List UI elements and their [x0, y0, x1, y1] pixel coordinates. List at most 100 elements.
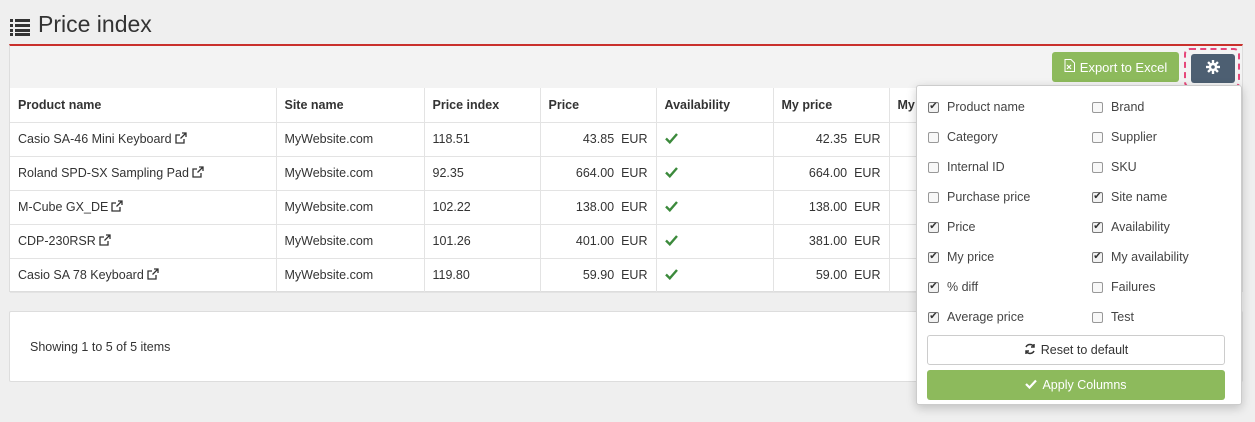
column-checkbox[interactable]: ✔ — [928, 221, 939, 233]
column-option[interactable]: ✔ My price — [928, 249, 994, 265]
my-price-value: 42.35 — [815, 132, 848, 146]
product-link[interactable]: CDP-230RSR — [18, 234, 96, 248]
column-checkbox[interactable]: ✔ — [928, 251, 939, 263]
column-checkbox[interactable] — [1092, 101, 1103, 113]
price-index-cell: 118.51 — [424, 122, 541, 157]
column-option[interactable]: Test — [1092, 309, 1134, 325]
column-option[interactable]: ✔ % diff — [928, 279, 978, 295]
header-price[interactable]: Price — [540, 88, 657, 123]
table-row: Roland SPD-SX Sampling Pad MyWebsite.com 9… — [10, 156, 929, 191]
column-option-label: Failures — [1111, 280, 1156, 294]
column-option-label: My availability — [1111, 250, 1189, 264]
my-price-currency: EUR — [854, 132, 881, 146]
column-option[interactable]: ✔ Average price — [928, 309, 1024, 325]
reset-default-label: Reset to default — [1040, 343, 1129, 357]
my-price-cell: 42.35 EUR — [773, 122, 890, 157]
site-name-cell: MyWebsite.com — [276, 224, 425, 259]
column-checkbox[interactable]: ✔ — [928, 101, 939, 113]
column-option-label: Internal ID — [947, 160, 1005, 174]
column-checkbox[interactable]: ✔ — [928, 281, 939, 293]
column-settings-button[interactable] — [1191, 54, 1235, 83]
my-price-currency: EUR — [854, 268, 881, 282]
column-option-label: Product name — [947, 100, 1025, 114]
pager-summary: Showing 1 to 5 of 5 items — [30, 340, 171, 354]
column-option-label: Price — [947, 220, 976, 234]
column-option[interactable]: Brand — [1092, 99, 1144, 115]
availability-cell — [656, 156, 774, 191]
column-checkbox[interactable]: ✔ — [1092, 221, 1103, 233]
column-checkbox[interactable]: ✔ — [928, 311, 939, 323]
column-option[interactable]: ✔ Price — [928, 219, 975, 235]
product-link[interactable]: Casio SA-46 Mini Keyboard — [18, 132, 172, 146]
column-checkbox[interactable]: ✔ — [1092, 191, 1103, 203]
external-link-icon[interactable] — [192, 166, 204, 178]
site-name-cell: MyWebsite.com — [276, 156, 425, 191]
column-checkbox[interactable]: ✔ — [1092, 251, 1103, 263]
price-cell: 401.00 EUR — [540, 224, 657, 259]
column-checkbox[interactable] — [1092, 131, 1103, 143]
price-currency: EUR — [621, 166, 648, 180]
export-excel-button[interactable]: Export to Excel — [1052, 52, 1179, 82]
external-link-icon[interactable] — [147, 268, 159, 280]
product-link[interactable]: M-Cube GX_DE — [18, 200, 108, 214]
available-check-icon — [664, 200, 678, 213]
column-option[interactable]: Purchase price — [928, 189, 1030, 205]
external-link-icon[interactable] — [99, 234, 111, 246]
column-option[interactable]: Supplier — [1092, 129, 1157, 145]
availability-cell — [656, 258, 774, 293]
product-name-cell: CDP-230RSR — [10, 224, 277, 259]
table-row: Casio SA-46 Mini Keyboard MyWebsite.com 11… — [10, 122, 929, 157]
price-value: 401.00 — [575, 234, 615, 248]
availability-cell — [656, 224, 774, 259]
product-name-cell: Casio SA 78 Keyboard — [10, 258, 277, 293]
reset-default-button[interactable]: Reset to default — [927, 335, 1225, 365]
column-option[interactable]: ✔ Product name — [928, 99, 1025, 115]
gear-icon — [1206, 60, 1220, 77]
column-option[interactable]: Category — [928, 129, 998, 145]
column-checkbox[interactable] — [928, 161, 939, 173]
column-option-label: Availability — [1111, 220, 1170, 234]
product-link[interactable]: Roland SPD-SX Sampling Pad — [18, 166, 189, 180]
my-price-value: 59.00 — [815, 268, 848, 282]
column-option[interactable]: Internal ID — [928, 159, 1005, 175]
column-option-label: Supplier — [1111, 130, 1157, 144]
price-value: 138.00 — [575, 200, 615, 214]
product-name-cell: Roland SPD-SX Sampling Pad — [10, 156, 277, 191]
column-checkbox[interactable] — [1092, 281, 1103, 293]
external-link-icon[interactable] — [111, 200, 123, 212]
column-option[interactable]: SKU — [1092, 159, 1137, 175]
column-checkbox[interactable] — [928, 131, 939, 143]
price-index-cell: 102.22 — [424, 190, 541, 225]
column-chooser-menu: ✔ Product name Category Internal ID Purchase… — [916, 85, 1242, 405]
header-price-index[interactable]: Price index — [424, 88, 541, 123]
column-checkbox[interactable] — [1092, 311, 1103, 323]
column-option[interactable]: ✔ Site name — [1092, 189, 1167, 205]
apply-columns-button[interactable]: Apply Columns — [927, 370, 1225, 400]
column-checkbox[interactable] — [928, 191, 939, 203]
site-name-cell: MyWebsite.com — [276, 190, 425, 225]
column-option-label: Category — [947, 130, 998, 144]
check-icon — [1025, 378, 1038, 392]
column-option[interactable]: ✔ Availability — [1092, 219, 1170, 235]
column-checkbox[interactable] — [1092, 161, 1103, 173]
column-option-label: Average price — [947, 310, 1024, 324]
my-price-cell: 664.00 EUR — [773, 156, 890, 191]
column-option-label: SKU — [1111, 160, 1137, 174]
column-option[interactable]: ✔ My availability — [1092, 249, 1189, 265]
price-index-cell: 101.26 — [424, 224, 541, 259]
column-option-label: % diff — [947, 280, 979, 294]
available-check-icon — [664, 132, 678, 145]
column-option[interactable]: Failures — [1092, 279, 1155, 295]
product-link[interactable]: Casio SA 78 Keyboard — [18, 268, 144, 282]
price-value: 59.90 — [582, 268, 615, 282]
external-link-icon[interactable] — [174, 132, 187, 144]
header-availability[interactable]: Availability — [656, 88, 774, 123]
column-option-label: Brand — [1111, 100, 1145, 114]
header-product-name[interactable]: Product name — [10, 88, 277, 123]
header-site-name[interactable]: Site name — [276, 88, 425, 123]
page-title: Price index — [10, 8, 152, 40]
my-price-cell: 138.00 EUR — [773, 190, 890, 225]
header-my-price[interactable]: My price — [773, 88, 890, 123]
my-price-currency: EUR — [854, 200, 881, 214]
list-icon — [10, 15, 30, 36]
